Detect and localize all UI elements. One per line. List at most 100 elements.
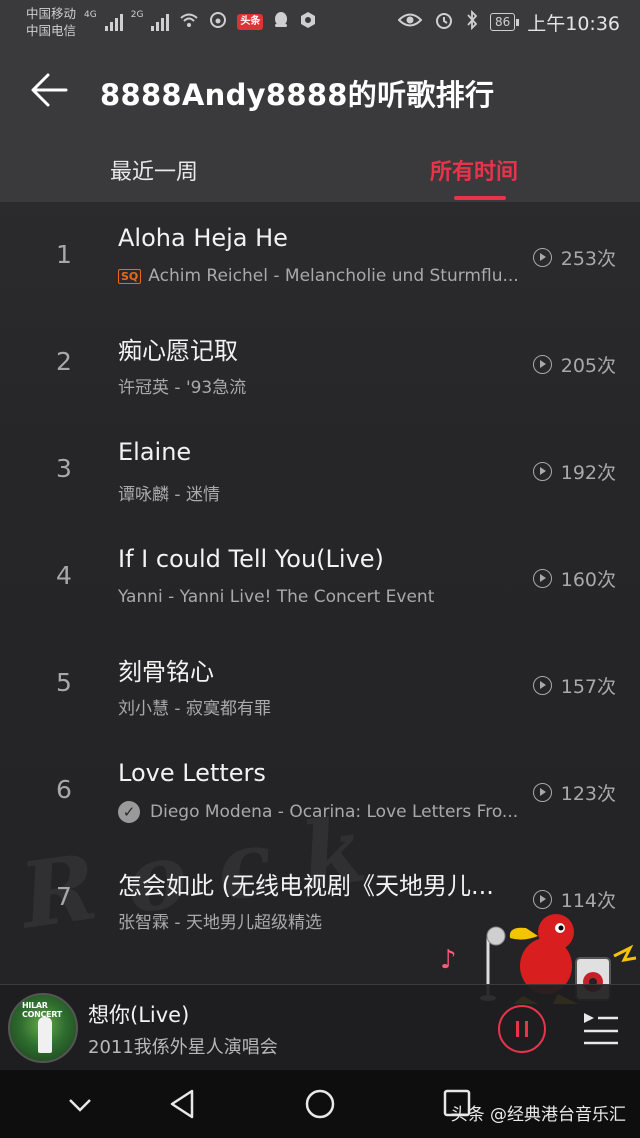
album-cover-figure [38,1017,52,1053]
play-count-value: 253次 [560,248,616,270]
qq-icon [273,11,289,33]
album-cover[interactable]: HILAR CONCERT [8,993,78,1063]
nav-home-button[interactable] [300,1086,340,1122]
play-count-value: 160次 [560,569,616,591]
now-playing-title: 想你(Live) [88,1003,190,1027]
back-button[interactable] [28,68,72,112]
battery-indicator: 86 [489,13,520,31]
tab-recent-week[interactable]: 最近一周 [110,154,198,186]
song-ranking-list: 1 Aloha Heja He SQ Achim Reichel - Melan… [0,202,640,951]
signal-icon [104,13,123,31]
bluetooth-icon [466,9,478,35]
network-type-2: 2G [130,10,144,20]
sq-quality-badge: SQ [118,268,142,284]
song-subtitle: 张智霖 - 天地男儿超级精选 [118,913,322,933]
list-item[interactable]: 6 Love Letters ✓ Diego Modena - Ocarina:… [0,737,640,844]
rank-number: 6 [56,775,72,804]
playlist-icon [584,1013,618,1045]
signal-icon-2 [151,13,170,31]
song-subtitle: 许冠英 - '93急流 [118,378,247,398]
carrier-2: 中国电信 [26,23,77,38]
pause-button[interactable] [498,1005,546,1053]
alarm-icon [434,10,454,35]
play-count-value: 157次 [560,676,616,698]
triangle-back-icon [170,1089,194,1119]
weibo-icon [209,11,227,33]
play-count-icon [532,676,552,695]
play-count-icon [532,783,552,802]
song-artist-album: 谭咏麟 - 迷情 [118,480,220,505]
song-artist-album: Yanni - Yanni Live! The Concert Event [118,587,434,607]
play-count: 253次 [532,244,616,271]
check-circle-icon: ✓ [118,801,140,823]
source-watermark: 头条 @经典港台音乐汇 [450,1105,626,1125]
list-item[interactable]: 1 Aloha Heja He SQ Achim Reichel - Melan… [0,202,640,309]
eye-icon [397,12,423,33]
nav-down-button[interactable] [60,1086,100,1122]
app-icon [299,11,317,33]
rank-number: 5 [56,668,72,697]
circle-home-icon [305,1089,335,1119]
play-count-icon [532,890,552,909]
carrier-1: 中国移动 [26,6,77,21]
play-count-icon [532,462,552,481]
album-cover-caption: HILAR CONCERT [22,1001,62,1019]
active-tab-indicator [454,196,506,200]
nav-back-button[interactable] [164,1086,204,1122]
song-subtitle: Yanni - Yanni Live! The Concert Event [118,587,435,607]
play-count-icon [532,355,552,374]
list-item[interactable]: 4 If I could Tell You(Live) Yanni - Yann… [0,523,640,630]
play-count: 205次 [532,351,616,378]
song-subtitle: 刘小慧 - 寂寞都有罪 [118,699,271,719]
network-type-1: 4G [84,10,97,20]
song-title: Aloha Heja He [118,224,288,252]
play-count-icon [532,569,552,588]
play-count-value: 123次 [560,783,616,805]
clock: 上午10:36 [527,12,620,35]
rank-number: 2 [56,347,72,376]
song-title: 痴心愿记取 [118,337,238,365]
status-bar: 中国移动 中国电信 4G 2G 头条 86 上午10:36 [0,0,640,44]
song-title: 刻骨铭心 [118,658,214,686]
song-title: If I could Tell You(Live) [118,545,384,573]
song-artist-album: 张智霖 - 天地男儿超级精选 [118,908,322,933]
playlist-button[interactable] [582,1007,620,1047]
song-title: Love Letters [118,759,266,787]
rank-number: 1 [56,240,72,269]
page-title: 8888Andy8888的听歌排行 [100,78,495,112]
header: 8888Andy8888的听歌排行 最近一周 所有时间 [0,44,640,202]
play-count-icon [532,248,552,267]
chevron-down-icon [69,1099,91,1112]
play-count: 157次 [532,672,616,699]
svg-text:♪: ♪ [440,945,457,975]
song-artist-album: SQ Achim Reichel - Melancholie und Sturm… [118,266,519,286]
rank-number: 7 [56,882,72,911]
play-count-value: 192次 [560,462,616,484]
status-right: 86 上午10:36 [397,9,620,36]
rank-number: 4 [56,561,72,590]
now-playing-album: 2011我係外星人演唱会 [88,1037,278,1058]
app-screen: 中国移动 中国电信 4G 2G 头条 86 上午10:36 8888Andy88… [0,0,640,1138]
song-title: Elaine [118,438,192,466]
song-subtitle: 谭咏麟 - 迷情 [118,485,220,505]
tab-all-time[interactable]: 所有时间 [430,154,518,186]
rank-number: 3 [56,454,72,483]
system-nav-bar: 头条 @经典港台音乐汇 [0,1070,640,1138]
play-count: 123次 [532,779,616,806]
play-count-value: 205次 [560,355,616,377]
list-item[interactable]: 5 刻骨铭心 刘小慧 - 寂寞都有罪 157次 [0,630,640,737]
song-subtitle: Achim Reichel - Melancholie und Sturmflu… [148,266,519,286]
song-artist-album: 许冠英 - '93急流 [118,373,246,398]
play-count: 192次 [532,458,616,485]
arrow-left-icon [31,73,68,107]
news-app-badge: 头条 [237,14,264,30]
list-item[interactable]: 2 痴心愿记取 许冠英 - '93急流 205次 [0,309,640,416]
song-subtitle: Diego Modena - Ocarina: Love Letters Fro… [150,802,519,822]
carriers: 中国移动 中国电信 [26,5,76,39]
song-artist-album: 刘小慧 - 寂寞都有罪 [118,694,271,719]
wifi-icon [179,12,199,32]
list-item[interactable]: 3 Elaine 谭咏麟 - 迷情 192次 [0,416,640,523]
now-playing-bar[interactable]: HILAR CONCERT 想你(Live) 2011我係外星人演唱会 [0,984,640,1070]
song-title: 怎会如此 (无线电视剧《天地男儿... [118,872,494,900]
song-artist-album: ✓ Diego Modena - Ocarina: Love Letters F… [118,801,518,823]
